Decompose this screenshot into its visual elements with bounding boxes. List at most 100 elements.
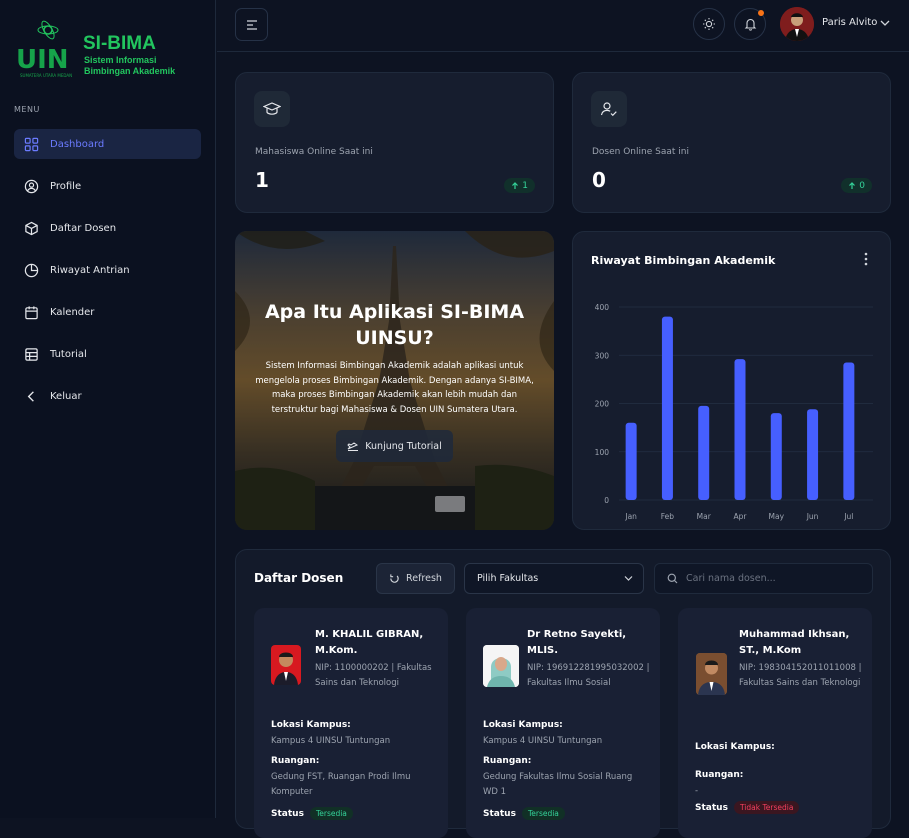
hero-title: Apa Itu Aplikasi SI-BIMA UINSU? bbox=[264, 301, 525, 349]
location-label: Lokasi Kampus: bbox=[695, 742, 775, 752]
y-tick-label: 0 bbox=[604, 496, 609, 505]
room-label: Ruangan: bbox=[271, 756, 320, 766]
pie-chart-icon bbox=[24, 263, 39, 277]
avatar[interactable] bbox=[780, 7, 814, 41]
button-label: Kunjung Tutorial bbox=[365, 440, 442, 452]
status-badge: Tersedia bbox=[521, 807, 565, 820]
user-circle-icon bbox=[24, 179, 39, 193]
sidebar-item-dashboard[interactable]: Dashboard bbox=[14, 129, 201, 159]
x-tick-label: Jun bbox=[806, 512, 819, 521]
bar-mar[interactable] bbox=[698, 405, 710, 500]
y-tick-label: 400 bbox=[595, 303, 610, 312]
table-icon bbox=[25, 347, 38, 361]
status-badge: Tidak Tersedia bbox=[733, 801, 800, 814]
bar-jan[interactable] bbox=[625, 422, 637, 500]
stat-value: 1 bbox=[255, 168, 269, 192]
sidebar-item-kalender[interactable]: Kalender bbox=[14, 297, 201, 327]
sidebar-item-label: Profile bbox=[50, 180, 82, 192]
dosen-card[interactable]: M. KHALIL GIBRAN, M.Kom. NIP: 1100000202… bbox=[254, 608, 448, 838]
location-label: Lokasi Kampus: bbox=[271, 720, 351, 730]
room-value: Gedung FST, Ruangan Prodi Ilmu Komputer bbox=[271, 772, 411, 797]
dosen-photo bbox=[271, 645, 301, 685]
user-name[interactable]: Paris Alvito bbox=[822, 17, 877, 28]
status-badge: Tersedia bbox=[309, 807, 353, 820]
hero-description: Sistem Informasi Bimbingan Akademik adal… bbox=[255, 361, 534, 415]
status-label: Status bbox=[695, 802, 728, 813]
bar-may[interactable] bbox=[770, 413, 782, 500]
search-placeholder: Cari nama dosen... bbox=[686, 573, 776, 584]
topbar: Paris Alvito bbox=[217, 0, 909, 52]
sidebar-item-tutorial[interactable]: Tutorial bbox=[14, 339, 201, 369]
location-value: Kampus 4 UINSU Tuntungan bbox=[483, 736, 603, 746]
chevron-down-icon[interactable] bbox=[880, 19, 890, 27]
app-logo[interactable]: UIN SUMATERA UTARA MEDAN SI-BIMA Sistem … bbox=[14, 18, 194, 82]
dosen-nip: NIP: 196912281995032002 | Fakultas Ilmu … bbox=[527, 663, 650, 688]
badge-value: 1 bbox=[522, 180, 528, 191]
dosen-section: Daftar Dosen Refresh Pilih Fakultas Cari… bbox=[235, 549, 891, 838]
chevron-left-icon bbox=[27, 390, 34, 402]
stat-card-mahasiswa: Mahasiswa Online Saat ini 1 1 bbox=[235, 72, 554, 213]
bar-jul[interactable] bbox=[843, 362, 855, 500]
dosen-name: Muhammad Ikhsan, ST., M.Kom bbox=[739, 629, 850, 656]
visit-tutorial-button[interactable]: Kunjung Tutorial bbox=[336, 430, 453, 462]
search-input[interactable]: Cari nama dosen... bbox=[654, 563, 873, 594]
x-tick-label: Jan bbox=[624, 512, 637, 521]
y-tick-label: 100 bbox=[595, 448, 610, 457]
status-row: Status Tidak Tersedia bbox=[695, 801, 800, 814]
location-value: Kampus 4 UINSU Tuntungan bbox=[271, 736, 391, 746]
stat-value: 0 bbox=[592, 168, 606, 192]
grid-icon bbox=[24, 137, 39, 151]
status-label: Status bbox=[271, 808, 304, 819]
button-label: Refresh bbox=[406, 573, 442, 584]
theme-toggle-button[interactable] bbox=[693, 8, 725, 40]
user-check-icon bbox=[591, 91, 627, 127]
cube-icon bbox=[25, 221, 38, 235]
sidebar: UIN SUMATERA UTARA MEDAN SI-BIMA Sistem … bbox=[0, 0, 216, 818]
dosen-nip: NIP: 198304152011011008 | Fakultas Sains… bbox=[739, 663, 862, 688]
y-tick-label: 300 bbox=[595, 351, 610, 360]
arrow-up-icon bbox=[849, 181, 856, 189]
stat-label: Dosen Online Saat ini bbox=[592, 147, 689, 157]
sidebar-item-profile[interactable]: Profile bbox=[14, 171, 201, 201]
refresh-button[interactable]: Refresh bbox=[376, 563, 455, 594]
arrow-up-icon bbox=[512, 181, 519, 189]
stat-label: Mahasiswa Online Saat ini bbox=[255, 147, 373, 157]
bar-apr[interactable] bbox=[734, 359, 746, 500]
dosen-name: Dr Retno Sayekti, MLIS. bbox=[527, 629, 627, 656]
bar-chart: 0 100 200 300 400 Jan Feb Mar Apr May Jun Jul bbox=[595, 303, 873, 521]
dosen-photo bbox=[696, 653, 727, 695]
sidebar-item-daftar-dosen[interactable]: Daftar Dosen bbox=[14, 213, 201, 243]
status-row: Status Tersedia bbox=[483, 807, 565, 820]
sidebar-item-keluar[interactable]: Keluar bbox=[14, 381, 201, 411]
bar-feb[interactable] bbox=[661, 316, 673, 500]
sidebar-nav: Dashboard Profile Daftar Dosen Riwayat A… bbox=[14, 129, 201, 423]
dosen-name: M. KHALIL GIBRAN, M.Kom. bbox=[315, 629, 424, 656]
sidebar-item-label: Dashboard bbox=[50, 138, 105, 150]
status-badge: 1 bbox=[504, 178, 535, 193]
notification-button[interactable] bbox=[734, 8, 766, 40]
bell-icon bbox=[744, 18, 756, 31]
chevron-down-icon bbox=[624, 576, 633, 581]
room-label: Ruangan: bbox=[695, 770, 744, 780]
sidebar-item-riwayat-antrian[interactable]: Riwayat Antrian bbox=[14, 255, 201, 285]
menu-toggle-button[interactable] bbox=[235, 8, 268, 41]
search-icon bbox=[667, 573, 678, 584]
dosen-card[interactable]: Muhammad Ikhsan, ST., M.Kom NIP: 1983041… bbox=[678, 608, 872, 838]
location-label: Lokasi Kampus: bbox=[483, 720, 563, 730]
status-badge: 0 bbox=[841, 178, 872, 193]
menu-heading: MENU bbox=[14, 105, 40, 114]
svg-text:UIN: UIN bbox=[16, 45, 69, 75]
room-value: - bbox=[695, 786, 699, 796]
dosen-nip: NIP: 1100000202 | Fakultas Sains dan Tek… bbox=[315, 663, 432, 688]
hamburger-icon bbox=[246, 19, 257, 30]
badge-value: 0 bbox=[859, 180, 865, 191]
select-value: Pilih Fakultas bbox=[477, 573, 539, 584]
refresh-icon bbox=[390, 574, 399, 583]
bar-jun[interactable] bbox=[807, 409, 819, 500]
faculty-select[interactable]: Pilih Fakultas bbox=[464, 563, 644, 594]
status-label: Status bbox=[483, 808, 516, 819]
sun-icon bbox=[703, 18, 715, 30]
dosen-card[interactable]: Dr Retno Sayekti, MLIS. NIP: 19691228199… bbox=[466, 608, 660, 838]
app-subtitle-1: Sistem Informasi bbox=[84, 55, 157, 65]
room-value: Gedung Fakultas Ilmu Sosial Ruang WD 1 bbox=[483, 772, 633, 797]
